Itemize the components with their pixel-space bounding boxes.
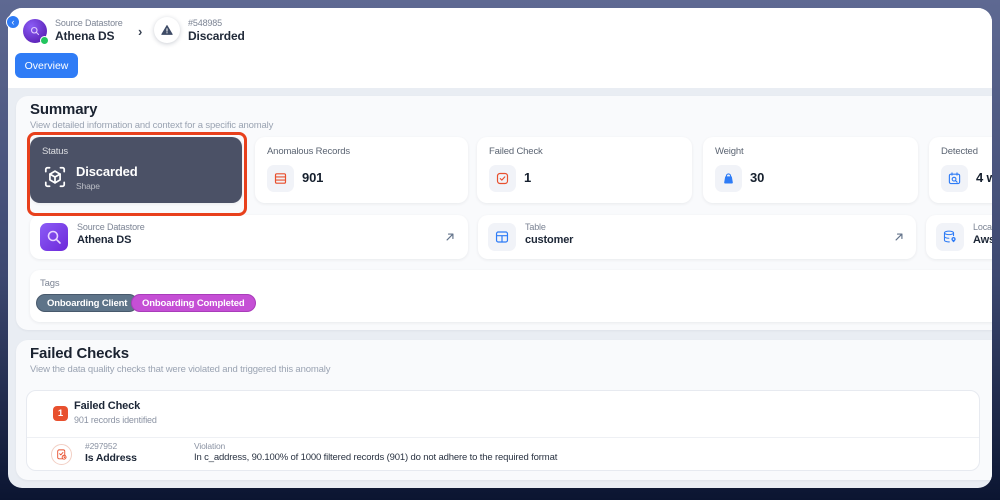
- table-link-card[interactable]: Table customer: [478, 215, 916, 259]
- metric-label: Weight: [715, 146, 744, 157]
- checkbox-check-icon: [489, 165, 516, 192]
- metric-value: 4 weeks ago: [976, 170, 992, 185]
- metric-value: 1: [524, 170, 532, 185]
- failed-check-card: Failed Check 1: [477, 137, 692, 203]
- back-button[interactable]: ‹: [6, 15, 20, 29]
- failed-checks-list: 1 Failed Check 901 records identified #2…: [26, 390, 980, 471]
- external-link-icon[interactable]: [443, 230, 457, 244]
- anomaly-type: Shape: [76, 181, 100, 191]
- breadcrumb-label: #548985: [188, 17, 222, 28]
- failed-checks-title: Failed Checks: [30, 345, 129, 362]
- location-link-card[interactable]: Location AwsDataCatalog: [926, 215, 992, 259]
- summary-title: Summary: [30, 101, 98, 118]
- status-label: Status: [42, 146, 69, 157]
- breadcrumb-separator: ›: [138, 24, 143, 39]
- shape-anomaly-icon: [42, 164, 68, 195]
- failed-check-count-badge: 1: [53, 406, 68, 421]
- summary-subtitle: View detailed information and context fo…: [30, 120, 274, 131]
- summary-section: Summary View detailed information and co…: [16, 96, 992, 330]
- tag-onboarding-completed[interactable]: Onboarding Completed: [131, 294, 256, 312]
- metric-value: 901: [302, 170, 324, 185]
- metric-label: Failed Check: [489, 146, 543, 157]
- source-datastore-link-card[interactable]: Source Datastore Athena DS: [30, 215, 468, 259]
- database-pin-icon: [936, 223, 964, 251]
- status-card[interactable]: Status Discarded Shape: [30, 137, 242, 203]
- table-icon: [488, 223, 516, 251]
- breadcrumb-anomaly[interactable]: #548985 Discarded: [154, 17, 245, 43]
- breadcrumb-value: Athena DS: [55, 29, 115, 43]
- check-name: Is Address: [85, 452, 137, 464]
- anomalous-records-card: Anomalous Records 901: [255, 137, 468, 203]
- datastore-icon: [40, 223, 68, 251]
- link-value: customer: [525, 234, 574, 246]
- metric-value: 30: [750, 170, 765, 185]
- violation-text: In c_address, 90.100% of 1000 filtered r…: [194, 452, 558, 463]
- metric-label: Detected: [941, 146, 978, 157]
- anomaly-warning-icon: [154, 17, 180, 43]
- detected-card: Detected 4 weeks ago: [929, 137, 992, 203]
- failed-checks-section: Failed Checks View the data quality chec…: [16, 340, 992, 480]
- failed-checks-subtitle: View the data quality checks that were v…: [30, 364, 331, 375]
- breadcrumb-source-datastore[interactable]: Source Datastore Athena DS: [23, 18, 123, 45]
- breadcrumb-value: Discarded: [188, 28, 245, 43]
- tag-onboarding-client[interactable]: Onboarding Client: [36, 294, 139, 312]
- datastore-logo-icon: [23, 18, 49, 45]
- failed-check-header-subtitle: 901 records identified: [74, 415, 157, 425]
- tags-card: Tags Onboarding Client Onboarding Comple…: [30, 270, 992, 322]
- link-label: Source Datastore: [77, 222, 145, 232]
- failed-check-header-title: Failed Check: [74, 400, 141, 412]
- rows-icon: [267, 165, 294, 192]
- tab-overview[interactable]: Overview: [15, 53, 78, 78]
- tags-label: Tags: [40, 278, 60, 289]
- check-id: #297952: [85, 441, 118, 451]
- violation-label: Violation: [194, 441, 226, 451]
- header: Source Datastore Athena DS › #548985 Dis…: [8, 8, 992, 88]
- external-link-icon[interactable]: [892, 230, 906, 244]
- status-dot: [40, 35, 49, 45]
- link-label: Location: [973, 222, 992, 232]
- weight-icon: [715, 165, 742, 192]
- magnifier-icon: [30, 26, 40, 35]
- link-value: Athena DS: [77, 234, 132, 246]
- metric-label: Anomalous Records: [267, 146, 350, 157]
- app-window: Source Datastore Athena DS › #548985 Dis…: [8, 8, 992, 488]
- link-value: AwsDataCatalog: [973, 234, 992, 246]
- link-label: Table: [525, 222, 546, 232]
- failed-check-row[interactable]: #297952 Is Address Violation In c_addres…: [27, 438, 979, 471]
- breadcrumb-label: Source Datastore: [55, 18, 123, 28]
- calendar-search-icon: [941, 165, 968, 192]
- status-value: Discarded: [76, 164, 138, 179]
- weight-card: Weight 30: [703, 137, 918, 203]
- check-clock-icon: [51, 444, 72, 465]
